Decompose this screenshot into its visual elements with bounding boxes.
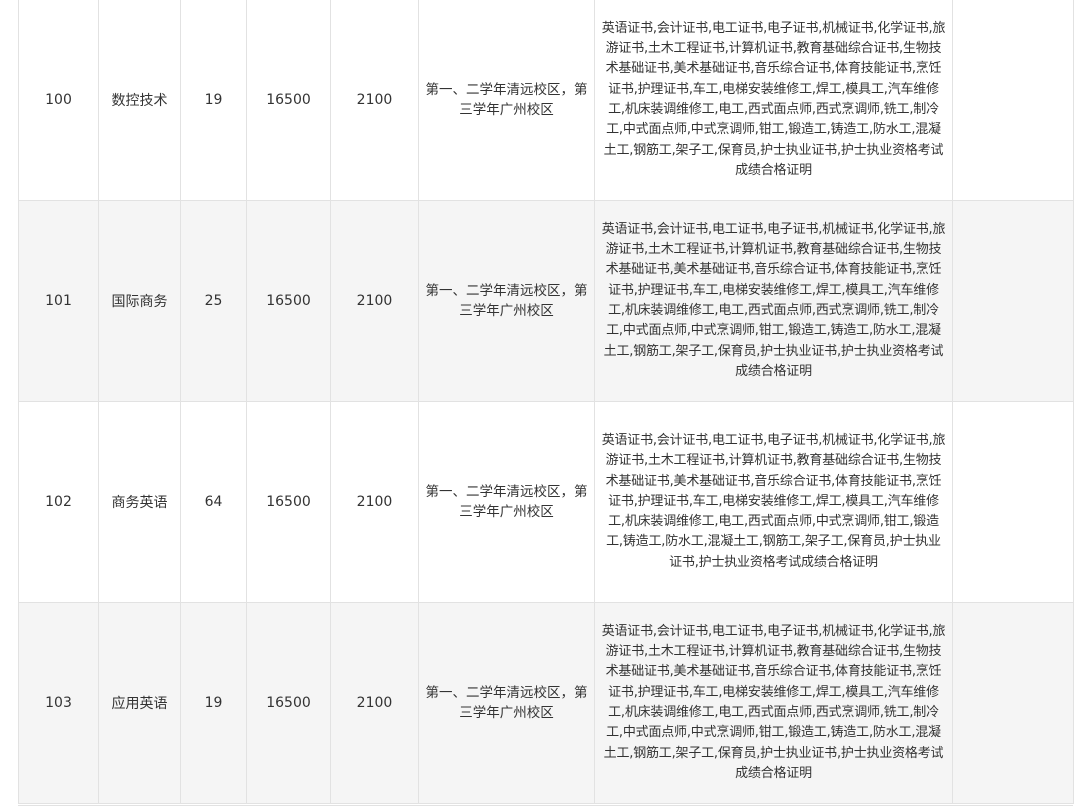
major-code-cell: 101 (18, 200, 99, 402)
major-name-cell: 商务英语 (98, 401, 181, 603)
certificates-cell: 英语证书,会计证书,电工证书,电子证书,机械证书,化学证书,旅游证书,土木工程证… (594, 0, 953, 201)
accommodation-fee-cell: 2100 (330, 602, 419, 804)
campus-cell: 第一、二学年清远校区，第三学年广州校区 (418, 401, 595, 603)
major-code-cell: 103 (18, 602, 99, 804)
accommodation-fee-cell: 2100 (330, 200, 419, 402)
campus-cell: 第一、二学年清远校区，第三学年广州校区 (418, 0, 595, 201)
accommodation-fee-cell: 2100 (330, 401, 419, 603)
remark-cell (952, 401, 1074, 603)
campus-cell: 第一、二学年清远校区，第三学年广州校区 (418, 602, 595, 804)
next-row-edge (18, 805, 1073, 810)
tuition-cell: 16500 (246, 602, 331, 804)
campus-cell: 第一、二学年清远校区，第三学年广州校区 (418, 200, 595, 402)
table-row: 103 应用英语 19 16500 2100 第一、二学年清远校区，第三学年广州… (18, 602, 1074, 804)
certificates-cell: 英语证书,会计证书,电工证书,电子证书,机械证书,化学证书,旅游证书,土木工程证… (594, 602, 953, 804)
accommodation-fee-cell: 2100 (330, 0, 419, 201)
tuition-cell: 16500 (246, 200, 331, 402)
enrollment-plan-cell: 64 (180, 401, 247, 603)
certificates-cell: 英语证书,会计证书,电工证书,电子证书,机械证书,化学证书,旅游证书,土木工程证… (594, 200, 953, 402)
major-name-cell: 数控技术 (98, 0, 181, 201)
table-row: 102 商务英语 64 16500 2100 第一、二学年清远校区，第三学年广州… (18, 401, 1074, 603)
major-code-cell: 100 (18, 0, 99, 201)
remark-cell (952, 602, 1074, 804)
major-name-cell: 应用英语 (98, 602, 181, 804)
major-name-cell: 国际商务 (98, 200, 181, 402)
enrollment-table-container: 100 数控技术 19 16500 2100 第一、二学年清远校区，第三学年广州… (18, 0, 1074, 804)
table-row: 101 国际商务 25 16500 2100 第一、二学年清远校区，第三学年广州… (18, 200, 1074, 402)
enrollment-plan-cell: 19 (180, 602, 247, 804)
certificates-cell: 英语证书,会计证书,电工证书,电子证书,机械证书,化学证书,旅游证书,土木工程证… (594, 401, 953, 603)
enrollment-plan-cell: 19 (180, 0, 247, 201)
major-code-cell: 102 (18, 401, 99, 603)
table-row: 100 数控技术 19 16500 2100 第一、二学年清远校区，第三学年广州… (18, 0, 1074, 201)
tuition-cell: 16500 (246, 401, 331, 603)
remark-cell (952, 200, 1074, 402)
enrollment-plan-cell: 25 (180, 200, 247, 402)
enrollment-table: 100 数控技术 19 16500 2100 第一、二学年清远校区，第三学年广州… (18, 0, 1074, 804)
tuition-cell: 16500 (246, 0, 331, 201)
remark-cell (952, 0, 1074, 201)
